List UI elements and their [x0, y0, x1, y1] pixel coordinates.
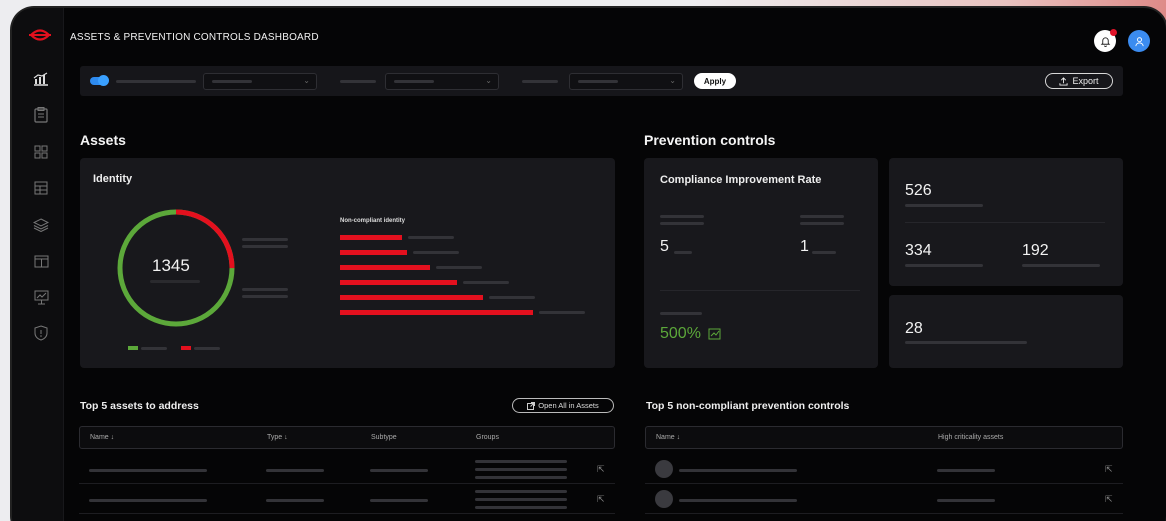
grid-icon[interactable]: [28, 139, 54, 165]
control-avatar: [655, 460, 673, 478]
identity-title: Identity: [93, 173, 133, 185]
table-row[interactable]: ⇱: [79, 454, 615, 484]
stat-total: 526: [905, 182, 932, 199]
noncompliant-identity-title: Non-compliant identity: [340, 218, 405, 224]
bar-label-placeholder: [539, 311, 585, 314]
col-name[interactable]: Name ↓: [90, 434, 114, 441]
filter-dropdown-1[interactable]: ⌄: [203, 73, 317, 90]
stat-right: 192: [1022, 242, 1049, 259]
stats-card-top: 526 334 192: [889, 158, 1123, 286]
filter-label-placeholder: [522, 80, 558, 83]
shield-icon[interactable]: [28, 320, 54, 346]
filter-label-placeholder: [116, 80, 196, 83]
sidebar: [12, 8, 64, 521]
table-row[interactable]: ⇱: [645, 454, 1123, 484]
chevron-down-icon: ⌄: [669, 76, 676, 85]
controls-table-header: Name ↓ High criticality assets: [645, 426, 1123, 449]
bar-label-placeholder: [413, 251, 459, 254]
notification-badge: [1110, 29, 1117, 36]
noncompliant-bar: [340, 250, 407, 255]
layers-icon[interactable]: [28, 212, 54, 238]
bar-label-placeholder: [489, 296, 535, 299]
col-high-criticality-assets: High criticality assets: [938, 434, 1004, 441]
external-link-icon[interactable]: ⇱: [1105, 464, 1113, 475]
chevron-down-icon: ⌄: [303, 76, 310, 85]
filter-bar: ⌄ ⌄ ⌄ Apply Export: [80, 66, 1123, 96]
control-avatar: [655, 490, 673, 508]
external-link-icon[interactable]: ⇱: [597, 494, 605, 505]
identity-card: Identity 1345 Non-compliant identity: [80, 158, 615, 368]
notifications-button[interactable]: [1094, 29, 1117, 52]
filter-label-placeholder: [340, 80, 376, 83]
clipboard-icon[interactable]: [28, 102, 54, 128]
export-button[interactable]: Export: [1045, 73, 1113, 89]
identity-total: 1345: [152, 256, 190, 275]
trend-up-icon: [708, 328, 721, 340]
external-link-icon[interactable]: ⇱: [1105, 494, 1113, 505]
col-type[interactable]: Type ↓: [267, 434, 288, 441]
brand-logo-icon[interactable]: [29, 26, 51, 44]
compliance-title: Compliance Improvement Rate: [660, 174, 822, 186]
device-frame: ASSETS & PREVENTION CONTROLS DASHBOARD ⌄…: [12, 8, 1166, 521]
legend-noncompliant-swatch: [181, 346, 191, 350]
filter-toggle[interactable]: [90, 75, 109, 86]
filter-dropdown-3[interactable]: ⌄: [569, 73, 683, 90]
open-all-in-assets-button[interactable]: Open All in Assets: [512, 398, 614, 413]
bell-icon: [1100, 36, 1110, 47]
compliance-card: Compliance Improvement Rate 5 1 500%: [644, 158, 878, 368]
user-avatar[interactable]: [1128, 30, 1150, 52]
upload-icon: [1059, 76, 1069, 86]
table-icon[interactable]: [28, 175, 54, 201]
prevention-section-title: Prevention controls: [644, 132, 776, 148]
external-link-icon: [527, 401, 536, 410]
col-groups: Groups: [476, 434, 499, 441]
user-icon: [1134, 36, 1144, 46]
top-assets-title: Top 5 assets to address: [80, 400, 199, 412]
compliance-right-value: 1: [800, 238, 809, 255]
table-row[interactable]: ⇱: [79, 484, 615, 514]
col-name[interactable]: Name ↓: [656, 434, 680, 441]
filter-dropdown-2[interactable]: ⌄: [385, 73, 499, 90]
page-title: ASSETS & PREVENTION CONTROLS DASHBOARD: [70, 32, 319, 43]
bar-label-placeholder: [463, 281, 509, 284]
col-subtype: Subtype: [371, 434, 397, 441]
bar-label-placeholder: [436, 266, 482, 269]
window-icon[interactable]: [28, 248, 54, 274]
legend-compliant-swatch: [128, 346, 138, 350]
dashboard-chart-icon[interactable]: [28, 66, 54, 92]
compliance-rate: 500%: [660, 325, 701, 342]
export-label: Export: [1072, 76, 1099, 86]
compliance-left-value: 5: [660, 238, 669, 255]
noncompliant-bar: [340, 265, 430, 270]
noncompliant-bar: [340, 280, 457, 285]
stat-bottom-value: 28: [905, 320, 923, 337]
assets-section-title: Assets: [80, 132, 126, 148]
chevron-down-icon: ⌄: [485, 76, 492, 85]
table-row[interactable]: ⇱: [645, 484, 1123, 514]
open-all-label: Open All in Assets: [538, 401, 599, 410]
noncompliant-bar: [340, 235, 402, 240]
noncompliant-bar: [340, 295, 483, 300]
assets-table-header: Name ↓ Type ↓ Subtype Groups: [79, 426, 615, 449]
top-controls-title: Top 5 non-compliant prevention controls: [646, 400, 850, 412]
external-link-icon[interactable]: ⇱: [597, 464, 605, 475]
stat-left: 334: [905, 242, 932, 259]
apply-button[interactable]: Apply: [694, 73, 736, 89]
presentation-chart-icon[interactable]: [28, 284, 54, 310]
bar-label-placeholder: [408, 236, 454, 239]
stats-card-bottom: 28: [889, 295, 1123, 368]
noncompliant-bar: [340, 310, 533, 315]
